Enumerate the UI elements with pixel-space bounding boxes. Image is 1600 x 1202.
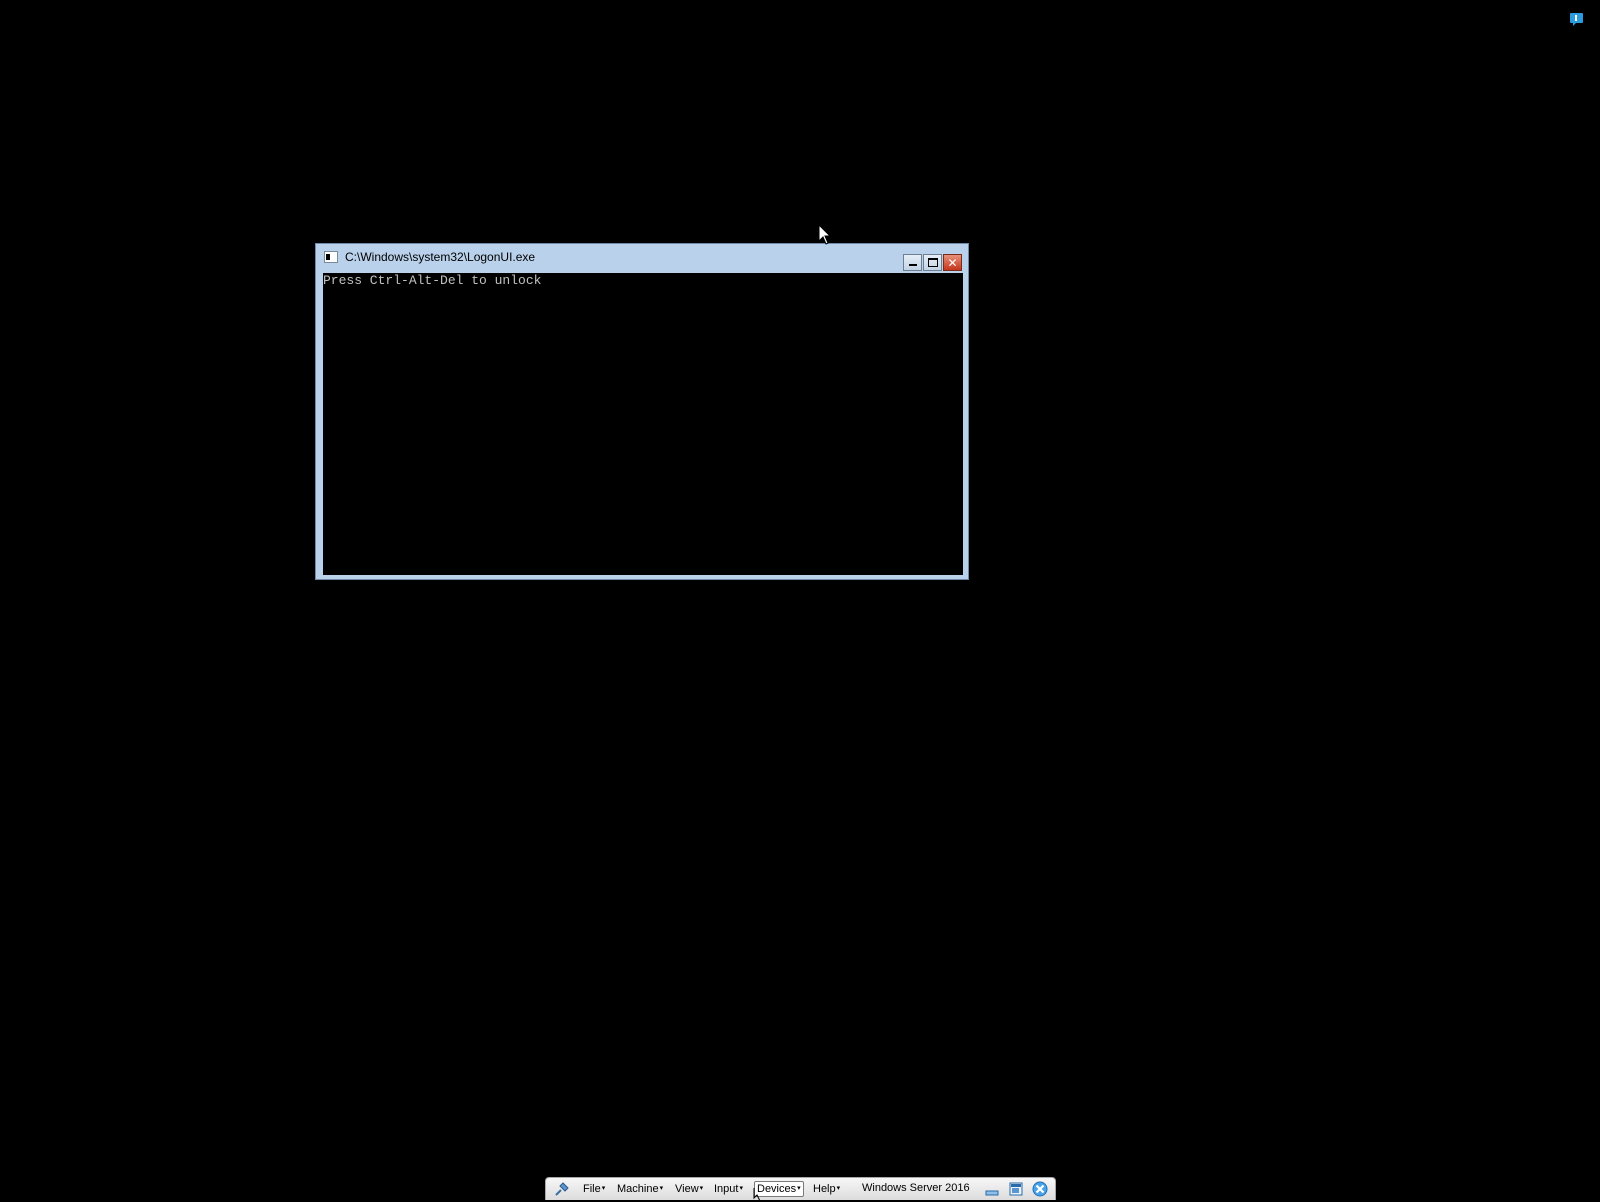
menu-view[interactable]: View▾ (675, 1182, 703, 1196)
restore-window-icon[interactable] (1008, 1181, 1024, 1197)
menu-help[interactable]: Help▾ (813, 1182, 840, 1196)
menu-file[interactable]: File▾ (583, 1182, 605, 1196)
menu-file-label: File (583, 1183, 601, 1195)
window-titlebar[interactable]: C:\Windows\system32\LogonUI.exe ✕ (316, 244, 968, 272)
minimize-window-icon[interactable] (984, 1181, 1000, 1197)
chevron-down-icon: ▾ (797, 1185, 801, 1192)
minimize-icon (908, 264, 917, 266)
chevron-down-icon: ▾ (659, 1185, 664, 1192)
mouse-cursor-icon (818, 224, 832, 245)
maximize-button[interactable] (923, 254, 942, 271)
menu-machine[interactable]: Machine▾ (617, 1182, 663, 1196)
window-title: C:\Windows\system32\LogonUI.exe (345, 250, 536, 264)
menu-input-label: Input (714, 1183, 739, 1195)
menu-help-label: Help (813, 1183, 836, 1195)
maximize-icon (927, 258, 938, 267)
vm-name: Windows Server 2016 (862, 1182, 970, 1194)
menu-view-label: View (675, 1183, 699, 1195)
notification-icon[interactable] (1570, 12, 1584, 26)
close-button[interactable]: ✕ (943, 254, 962, 271)
console-output-area[interactable]: Press Ctrl-Alt-Del to unlock (323, 273, 963, 575)
menu-machine-label: Machine (617, 1183, 659, 1195)
chevron-down-icon: ▾ (836, 1185, 841, 1192)
desktop: C:\Windows\system32\LogonUI.exe ✕ Press … (0, 0, 1600, 1202)
close-icon: ✕ (947, 255, 958, 270)
console-app-icon[interactable] (324, 251, 338, 263)
pin-icon[interactable] (554, 1181, 570, 1197)
logonui-console-window: C:\Windows\system32\LogonUI.exe ✕ Press … (315, 243, 969, 580)
console-text: Press Ctrl-Alt-Del to unlock (323, 273, 542, 288)
menu-input[interactable]: Input▾ (714, 1182, 743, 1196)
chevron-down-icon: ▾ (739, 1185, 743, 1192)
chevron-down-icon: ▾ (699, 1185, 704, 1192)
minimize-button[interactable] (903, 254, 922, 271)
chevron-down-icon: ▾ (601, 1185, 606, 1192)
close-vm-icon[interactable] (1032, 1181, 1048, 1197)
vm-mini-toolbar: File▾ Machine▾ View▾ Input▾ Devices▾ Hel… (545, 1177, 1056, 1202)
